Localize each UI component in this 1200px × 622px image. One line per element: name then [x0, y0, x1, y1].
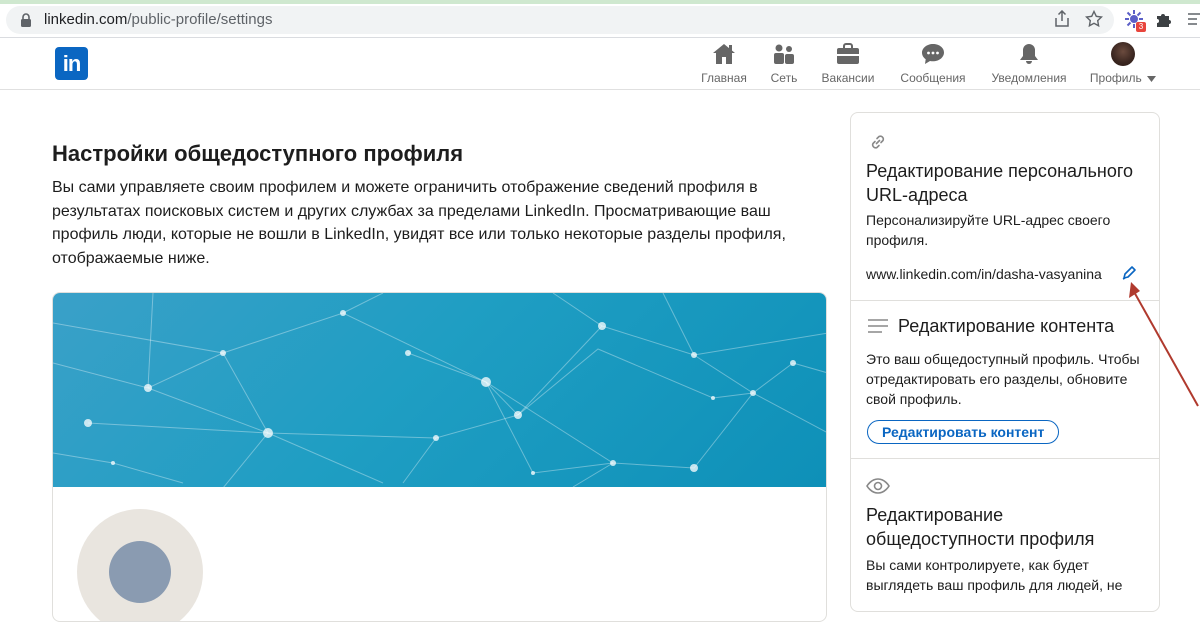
network-icon [771, 42, 797, 66]
share-icon[interactable] [1051, 8, 1073, 30]
section-body: Это ваш общедоступный профиль. Чтобы отр… [866, 351, 1140, 407]
eye-icon [866, 478, 890, 494]
bell-icon [1016, 42, 1042, 66]
edit-url-section: Редактирование персонального URL-адреса … [851, 113, 1159, 301]
puzzle-icon[interactable] [1153, 8, 1175, 30]
link-icon [871, 135, 885, 149]
section-title: Редактирование общедоступности профиля [866, 505, 1095, 549]
url-host: linkedin.com [44, 11, 128, 28]
home-icon [711, 42, 737, 66]
nav-item-messaging[interactable]: Сообщения [898, 42, 968, 88]
linkedin-logo[interactable]: in [55, 47, 88, 80]
extension-badge: 3 [1136, 22, 1146, 32]
page-title: Настройки общедоступного профиля [52, 141, 464, 166]
lock-icon [21, 13, 31, 27]
nav-item-jobs[interactable]: Вакансии [817, 42, 879, 88]
public-profile-url: www.linkedin.com/in/dasha-vasyanina [866, 266, 1102, 282]
network-pattern-image [53, 293, 826, 487]
linkedin-navbar: in Главная Сеть Вакансии Сообщения Уведо… [0, 38, 1200, 90]
window-edge [0, 0, 1200, 4]
annotation-arrow [1129, 282, 1199, 407]
bookmark-star-icon[interactable] [1083, 8, 1105, 30]
address-bar[interactable]: linkedin.com/public-profile/settings [6, 6, 1114, 34]
right-rail: Редактирование персонального URL-адреса … [850, 112, 1160, 612]
nav-label: Сеть [770, 71, 798, 85]
caret-down-icon [1147, 75, 1157, 82]
section-title: Редактирование персонального URL-адреса [866, 161, 1134, 205]
nav-label: Сообщения [900, 71, 966, 85]
lines-menu-icon [868, 319, 888, 333]
nav-item-notifications[interactable]: Уведомления [988, 42, 1070, 88]
edit-visibility-section: Редактирование общедоступности профиля В… [851, 459, 1159, 611]
section-title: Редактирование контента [898, 316, 1115, 336]
nav-label: Вакансии [821, 71, 875, 85]
profile-banner [53, 293, 826, 487]
page-description: Вы сами управляете своим профилем и може… [52, 179, 786, 267]
section-body: Вы сами контролируете, как будет выгляде… [866, 557, 1123, 593]
messaging-icon [920, 42, 946, 66]
browser-toolbar: linkedin.com/public-profile/settings 3 [0, 0, 1200, 38]
avatar-head [109, 541, 171, 603]
nav-label: Уведомления [991, 71, 1067, 85]
section-body: Персонализируйте URL-адрес своего профил… [866, 212, 1111, 248]
profile-label-row: Профиль [1089, 71, 1157, 85]
nav-item-home[interactable]: Главная [700, 42, 748, 88]
avatar [1111, 42, 1135, 66]
edit-content-button[interactable]: Редактировать контент [867, 420, 1060, 444]
briefcase-icon [835, 42, 861, 66]
avatar-wrap [1110, 42, 1136, 66]
profile-photo-placeholder [77, 509, 203, 621]
nav-item-network[interactable]: Сеть [764, 42, 804, 88]
reading-list-icon[interactable] [1184, 8, 1200, 30]
url-text[interactable]: linkedin.com/public-profile/settings [44, 11, 272, 28]
nav-item-profile[interactable]: Профиль [1089, 42, 1157, 88]
profile-preview-card [52, 292, 827, 622]
nav-label: Главная [701, 71, 747, 85]
url-path: /public-profile/settings [127, 11, 273, 28]
nav-label: Профиль [1089, 71, 1142, 85]
